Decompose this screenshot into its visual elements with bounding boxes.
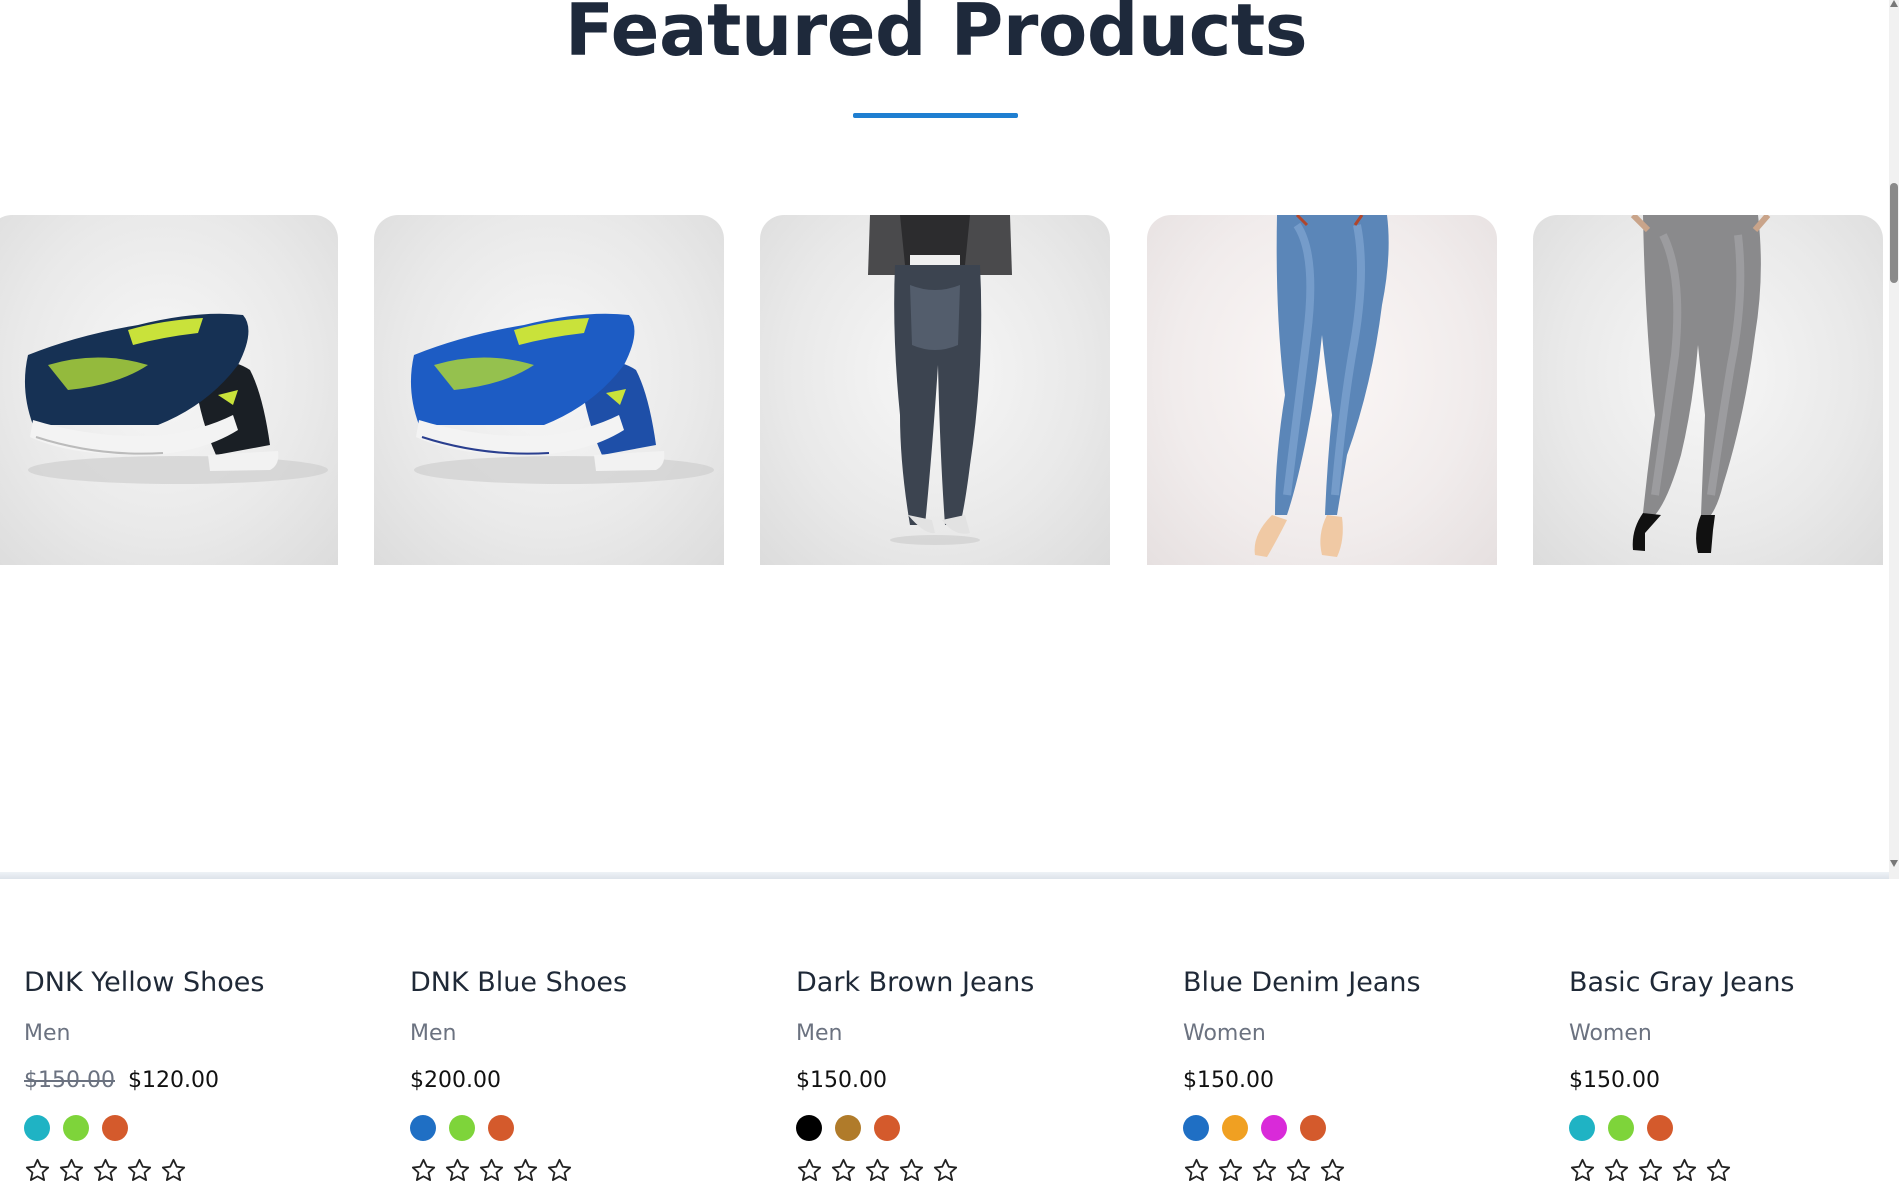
product-category: Men xyxy=(410,1021,457,1046)
star-icon xyxy=(512,1157,539,1184)
color-swatch-orange[interactable] xyxy=(488,1115,514,1141)
blue-denim-jeans-image[interactable] xyxy=(1147,215,1497,565)
color-swatch-brown[interactable] xyxy=(835,1115,861,1141)
star-icon xyxy=(830,1157,857,1184)
star-icon xyxy=(126,1157,153,1184)
product-category: Men xyxy=(796,1021,843,1046)
color-swatch-blue[interactable] xyxy=(1183,1115,1209,1141)
product-category: Women xyxy=(1569,1021,1652,1046)
color-swatch-teal[interactable] xyxy=(1569,1115,1595,1141)
color-swatches xyxy=(1183,1115,1326,1141)
star-icon xyxy=(546,1157,573,1184)
star-icon xyxy=(92,1157,119,1184)
color-swatch-black[interactable] xyxy=(796,1115,822,1141)
star-icon xyxy=(932,1157,959,1184)
product-name[interactable]: DNK Blue Shoes xyxy=(410,967,627,998)
product-name[interactable]: DNK Yellow Shoes xyxy=(24,967,264,998)
star-icon xyxy=(1637,1157,1664,1184)
price-row: $200.00 xyxy=(410,1068,501,1093)
price-row: $150.00 $120.00 xyxy=(24,1068,219,1093)
old-price: $150.00 xyxy=(24,1068,115,1093)
product-card[interactable]: Blue Denim Jeans Women $150.00 xyxy=(1147,215,1497,1181)
section-title: Featured Products xyxy=(564,0,1308,72)
color-swatch-teal[interactable] xyxy=(24,1115,50,1141)
title-underline xyxy=(853,113,1018,118)
product-name[interactable]: Basic Gray Jeans xyxy=(1569,967,1795,998)
star-icon xyxy=(898,1157,925,1184)
color-swatch-green[interactable] xyxy=(63,1115,89,1141)
yellow-shoes-image[interactable] xyxy=(0,215,338,565)
color-swatch-blue[interactable] xyxy=(410,1115,436,1141)
product-name[interactable]: Blue Denim Jeans xyxy=(1183,967,1421,998)
color-swatches xyxy=(410,1115,514,1141)
scroll-up-arrow-icon[interactable] xyxy=(1890,0,1898,7)
bottom-edge xyxy=(0,872,1889,879)
star-icon xyxy=(864,1157,891,1184)
dark-jeans-image[interactable] xyxy=(760,215,1110,565)
current-price: $150.00 xyxy=(1569,1068,1660,1093)
color-swatch-orange[interactable] xyxy=(1300,1115,1326,1141)
star-icon xyxy=(1671,1157,1698,1184)
color-swatches xyxy=(1569,1115,1673,1141)
star-icon xyxy=(410,1157,437,1184)
star-icon xyxy=(58,1157,85,1184)
current-price: $150.00 xyxy=(1183,1068,1274,1093)
color-swatch-green[interactable] xyxy=(1608,1115,1634,1141)
current-price: $200.00 xyxy=(410,1068,501,1093)
product-card[interactable]: Basic Gray Jeans Women $150.00 xyxy=(1533,215,1883,1181)
product-card[interactable]: DNK Blue Shoes Men $200.00 xyxy=(374,215,724,1181)
star-icon xyxy=(796,1157,823,1184)
rating-stars xyxy=(24,1157,187,1184)
product-card[interactable]: Dark Brown Jeans Men $150.00 xyxy=(760,215,1110,1181)
product-card[interactable]: DNK Yellow Shoes Men $150.00 $120.00 xyxy=(0,215,338,1181)
price-row: $150.00 xyxy=(1183,1068,1274,1093)
color-swatches xyxy=(24,1115,128,1141)
color-swatches xyxy=(796,1115,900,1141)
star-icon xyxy=(1285,1157,1312,1184)
product-category: Men xyxy=(24,1021,71,1046)
scroll-down-arrow-icon[interactable] xyxy=(1890,860,1898,867)
product-category: Women xyxy=(1183,1021,1266,1046)
star-icon xyxy=(478,1157,505,1184)
color-swatch-magenta[interactable] xyxy=(1261,1115,1287,1141)
color-swatch-green[interactable] xyxy=(449,1115,475,1141)
price-row: $150.00 xyxy=(1569,1068,1660,1093)
star-icon xyxy=(1705,1157,1732,1184)
star-icon xyxy=(1217,1157,1244,1184)
star-icon xyxy=(1569,1157,1596,1184)
star-icon xyxy=(1319,1157,1346,1184)
current-price: $120.00 xyxy=(127,1068,219,1093)
star-icon xyxy=(1251,1157,1278,1184)
scrollbar-thumb[interactable] xyxy=(1890,183,1898,283)
color-swatch-orange[interactable] xyxy=(102,1115,128,1141)
star-icon xyxy=(160,1157,187,1184)
price-row: $150.00 xyxy=(796,1068,887,1093)
rating-stars xyxy=(796,1157,959,1184)
star-icon xyxy=(444,1157,471,1184)
color-swatch-yellow[interactable] xyxy=(1222,1115,1248,1141)
current-price: $150.00 xyxy=(796,1068,887,1093)
rating-stars xyxy=(1569,1157,1732,1184)
product-name[interactable]: Dark Brown Jeans xyxy=(796,967,1034,998)
scrollbar-track[interactable] xyxy=(1889,0,1899,879)
blue-shoes-image[interactable] xyxy=(374,215,724,565)
color-swatch-orange[interactable] xyxy=(874,1115,900,1141)
rating-stars xyxy=(1183,1157,1346,1184)
star-icon xyxy=(1603,1157,1630,1184)
star-icon xyxy=(24,1157,51,1184)
rating-stars xyxy=(410,1157,573,1184)
star-icon xyxy=(1183,1157,1210,1184)
color-swatch-orange[interactable] xyxy=(1647,1115,1673,1141)
gray-jeans-image[interactable] xyxy=(1533,215,1883,565)
